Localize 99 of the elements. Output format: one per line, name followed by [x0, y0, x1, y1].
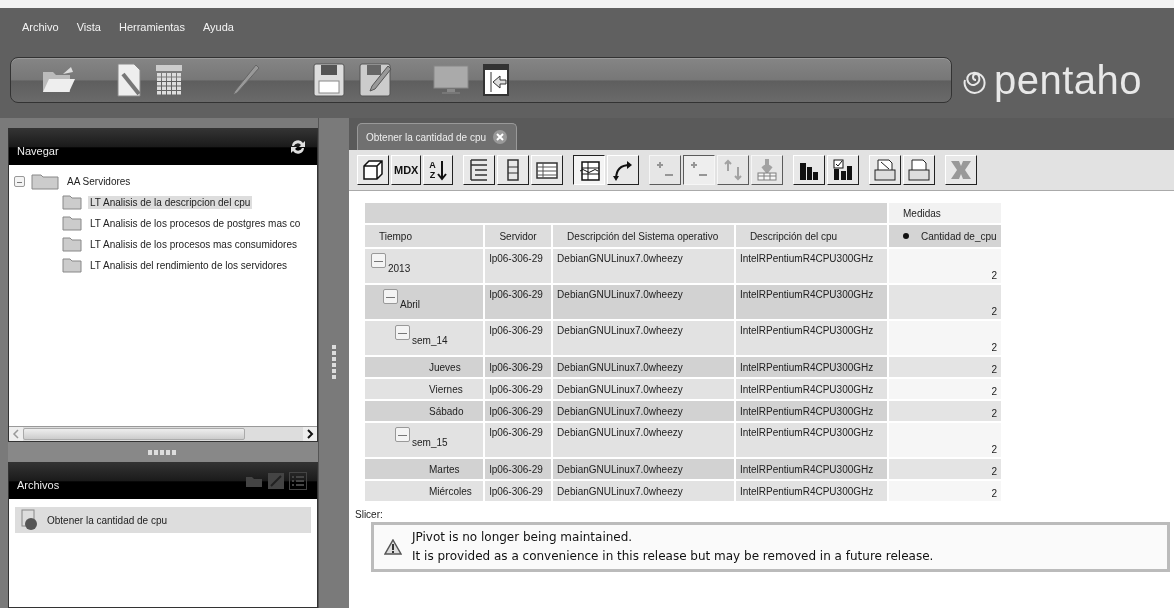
- collapse-toggle[interactable]: [371, 253, 386, 268]
- table-cell: 2: [991, 342, 997, 353]
- table-cell: 2: [991, 386, 997, 397]
- mdx-button[interactable]: MDX: [391, 155, 422, 185]
- row-header: sem_15: [412, 436, 448, 448]
- collapse-toggle[interactable]: [395, 325, 410, 340]
- save-icon[interactable]: [313, 63, 345, 97]
- table-cell: IntelRPentiumR4CPU300GHz: [739, 485, 874, 497]
- warning-text: JPivot is no longer being maintained.: [412, 529, 634, 546]
- collapse-toggle[interactable]: [395, 427, 410, 442]
- table-cell: IntelRPentiumR4CPU300GHz: [739, 361, 874, 373]
- folder-icon: [31, 173, 59, 190]
- column-header: Cantidad de_cpu: [921, 230, 997, 242]
- row-header: Viernes: [429, 383, 463, 395]
- table-cell: lp06-306-29: [489, 253, 543, 264]
- report-icon: [19, 509, 39, 531]
- table-cell: DebianGNULinux7.0wheezy: [557, 361, 683, 373]
- cube-icon: [360, 157, 386, 183]
- panel-title: Navegar: [17, 144, 59, 157]
- close-icon[interactable]: [492, 129, 509, 145]
- table-cell: DebianGNULinux7.0wheezy: [557, 383, 683, 395]
- monitor-icon[interactable]: [433, 64, 469, 96]
- row-header: sem_14: [412, 334, 448, 346]
- folder-icon: [62, 258, 82, 273]
- calendar-grid-icon[interactable]: [155, 64, 183, 96]
- table-cell: 2: [991, 270, 997, 281]
- column-header: Servidor: [499, 230, 537, 242]
- tree-item[interactable]: LT Analisis de los procesos mas consumidores: [88, 238, 299, 251]
- table-cell: lp06-306-29: [489, 383, 543, 395]
- table-cell: lp06-306-29: [489, 289, 543, 300]
- row-header: Miércoles: [429, 485, 472, 497]
- folder-icon: [62, 195, 82, 210]
- warning-text: It is provided as a convenience in this release but may be removed in a future release.: [412, 548, 934, 565]
- tree-item[interactable]: LT Analisis del rendimiento de los servidores: [88, 259, 289, 272]
- column-header: Tiempo: [379, 230, 412, 242]
- row-header: Jueves: [429, 361, 461, 373]
- menu-item[interactable]: Herramientas: [118, 21, 185, 45]
- table-cell: lp06-306-29: [489, 325, 543, 336]
- table-cell: 2: [991, 306, 997, 317]
- column-header: Medidas: [888, 202, 1002, 224]
- table-cell: 2: [991, 444, 997, 455]
- table-cell: DebianGNULinux7.0wheezy: [557, 485, 683, 497]
- table-cell: lp06-306-29: [489, 405, 543, 417]
- table-cell: lp06-306-29: [489, 485, 543, 497]
- resize-grip-icon[interactable]: [332, 345, 336, 381]
- exit-window-icon[interactable]: [483, 64, 509, 96]
- toolbar-button[interactable]: [573, 155, 606, 185]
- table-cell: IntelRPentiumR4CPU300GHz: [739, 463, 874, 475]
- table-cell: lp06-306-29: [489, 463, 543, 475]
- save-as-icon[interactable]: [359, 63, 393, 97]
- table-cell: DebianGNULinux7.0wheezy: [557, 289, 683, 300]
- table-cell: IntelRPentiumR4CPU300GHz: [739, 427, 874, 438]
- table-cell: DebianGNULinux7.0wheezy: [557, 253, 683, 264]
- column-header: Descripción del Sistema operativo: [567, 230, 719, 242]
- table-cell: lp06-306-29: [489, 427, 543, 438]
- refresh-icon[interactable]: [289, 138, 307, 156]
- row-header: 2013: [388, 262, 411, 274]
- collapse-toggle[interactable]: [383, 289, 398, 304]
- table-cell: DebianGNULinux7.0wheezy: [557, 325, 683, 336]
- column-header: Descripción del cpu: [749, 230, 838, 242]
- row-header: Sábado: [429, 405, 464, 417]
- folder-icon: [62, 237, 82, 252]
- table-cell: lp06-306-29: [489, 361, 543, 373]
- table-cell: IntelRPentiumR4CPU300GHz: [739, 405, 874, 417]
- table-cell: 2: [991, 488, 997, 499]
- resize-grip-icon[interactable]: [148, 449, 178, 455]
- tree-item[interactable]: AA Servidores: [65, 175, 133, 188]
- sort-letters: A Z: [429, 160, 436, 180]
- table-cell: IntelRPentiumR4CPU300GHz: [739, 253, 874, 264]
- printer-icon: [906, 157, 933, 183]
- tree-item[interactable]: LT Analisis de la descripcion del cpu: [88, 196, 253, 209]
- horizontal-scrollbar[interactable]: [9, 426, 317, 441]
- table-cell: DebianGNULinux7.0wheezy: [557, 427, 683, 438]
- table-cell: DebianGNULinux7.0wheezy: [557, 405, 683, 417]
- tree-item[interactable]: LT Analisis de los procesos de postgres mas co: [88, 217, 303, 230]
- table-cell: 2: [991, 408, 997, 419]
- warning-icon: [384, 539, 402, 555]
- menu-item[interactable]: Archivo: [22, 21, 59, 45]
- logo-text: pentaho: [994, 60, 1143, 100]
- table-cell: 2: [991, 466, 997, 477]
- table-cell: 2: [991, 364, 997, 375]
- tab[interactable]: Obtener la cantidad de cpu: [357, 123, 518, 150]
- bullet-icon: [903, 233, 909, 239]
- table-cell: DebianGNULinux7.0wheezy: [557, 463, 683, 475]
- table-cell: IntelRPentiumR4CPU300GHz: [739, 325, 874, 336]
- collapse-toggle[interactable]: [14, 176, 25, 187]
- folder-icon: [62, 216, 82, 231]
- file-item[interactable]: Obtener la cantidad de cpu: [15, 507, 311, 533]
- menu-item[interactable]: Ayuda: [203, 21, 234, 45]
- printer-icon: [872, 157, 899, 183]
- row-header: Abril: [400, 298, 420, 310]
- table-cell: IntelRPentiumR4CPU300GHz: [739, 289, 874, 300]
- panel-title: Archivos: [17, 478, 60, 491]
- row-header: Martes: [429, 463, 460, 475]
- scroll-right-icon[interactable]: [303, 427, 317, 441]
- toolbar-button[interactable]: A Z: [423, 155, 454, 185]
- slicer-label: Slicer:: [355, 509, 384, 520]
- table-cell: IntelRPentiumR4CPU300GHz: [739, 383, 874, 395]
- menu-item[interactable]: Vista: [76, 21, 101, 45]
